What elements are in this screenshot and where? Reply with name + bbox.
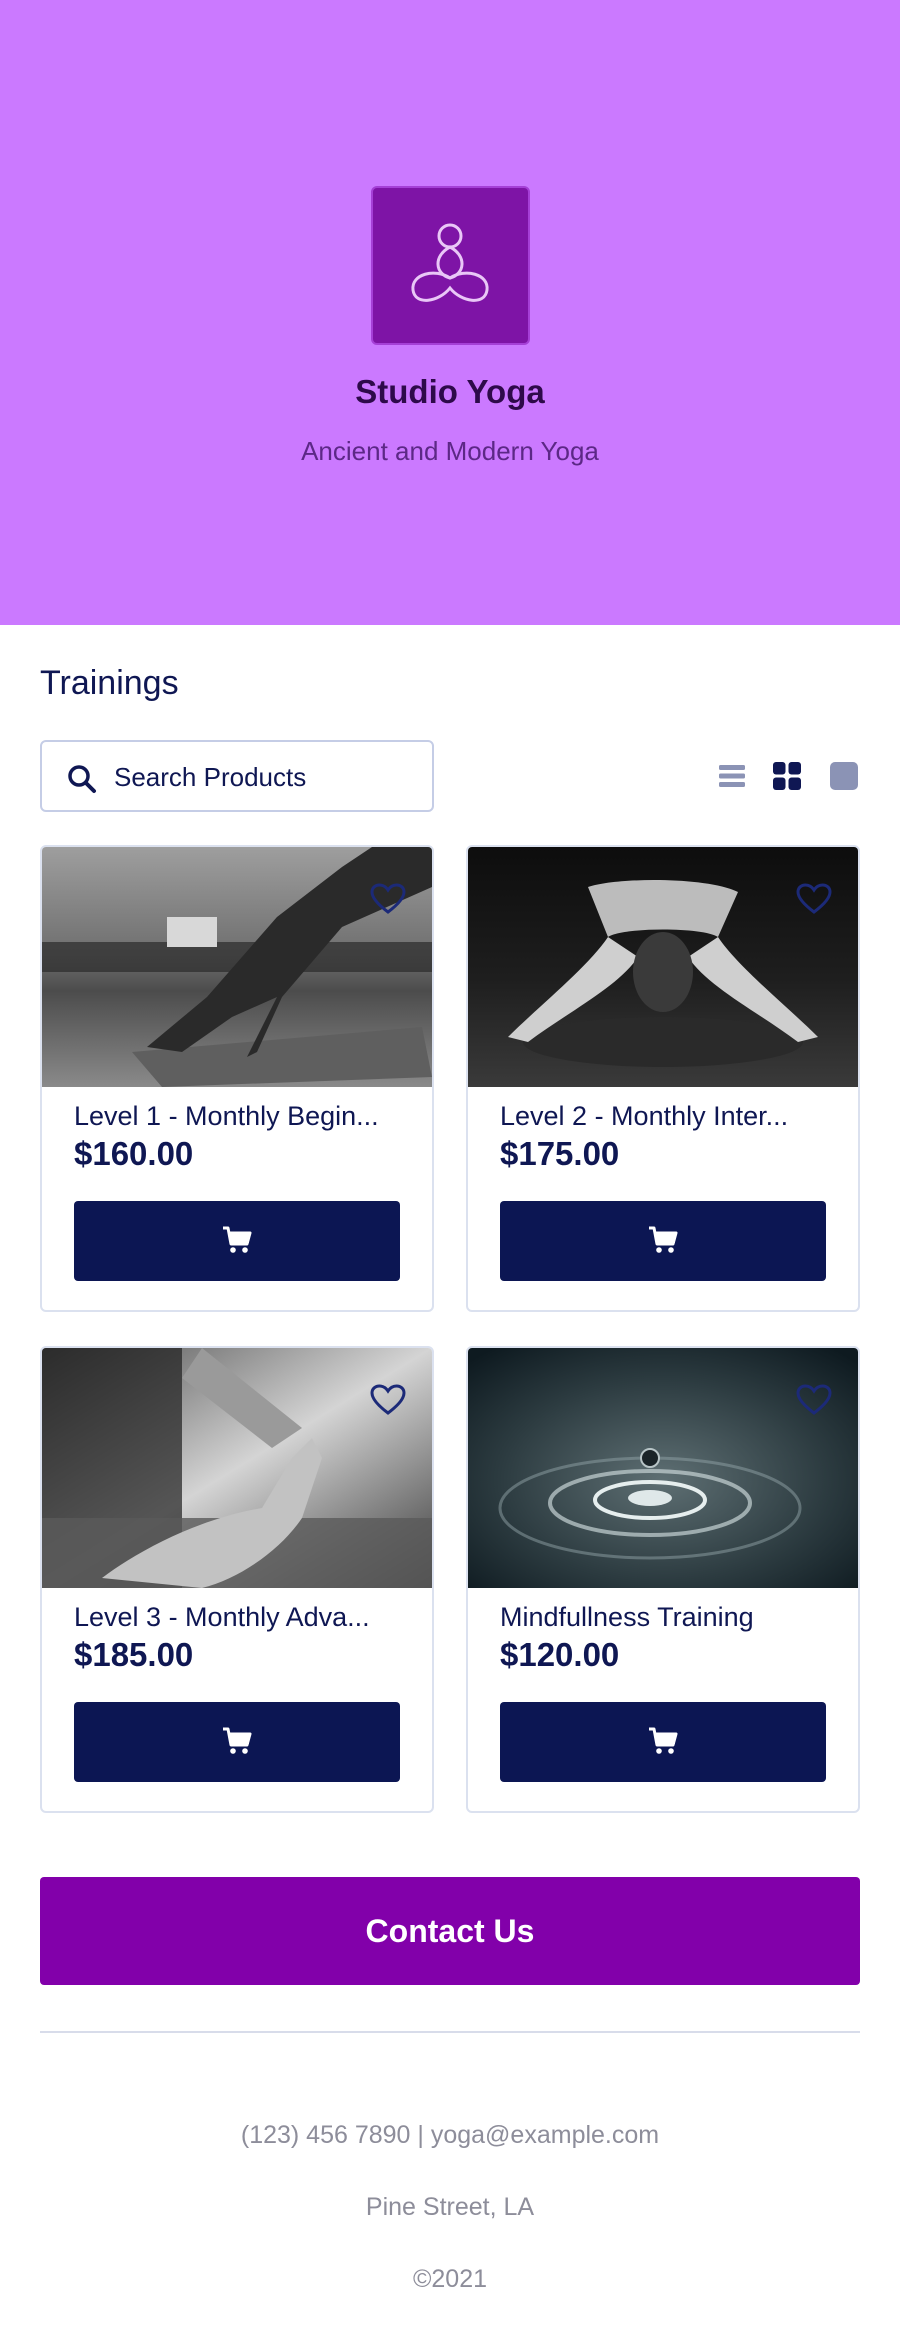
product-price: $160.00 [74, 1135, 194, 1172]
product-price: $175.00 [500, 1135, 620, 1172]
section-title: Trainings [40, 664, 179, 702]
product-card[interactable]: Level 2 - Monthly Inter... $175.00 [466, 845, 860, 1312]
heart-icon[interactable] [370, 883, 406, 915]
product-name[interactable]: Level 2 - Monthly Inter... [500, 1101, 830, 1132]
cart-icon [649, 1727, 678, 1754]
search-icon [68, 765, 96, 793]
single-view-icon[interactable] [830, 762, 858, 790]
product-price: $120.00 [500, 1636, 620, 1673]
cart-icon [223, 1226, 252, 1253]
divider [40, 2031, 860, 2033]
cart-icon [649, 1226, 678, 1253]
product-name[interactable]: Level 1 - Monthly Begin... [74, 1101, 404, 1132]
add-to-cart-button[interactable] [500, 1201, 826, 1281]
footer-contact: (123) 456 7890 | yoga@example.com [240, 2121, 660, 2149]
brand-name: Studio Yoga [355, 373, 545, 410]
heart-icon[interactable] [796, 883, 832, 915]
search-input[interactable] [114, 754, 414, 800]
brand-tagline: Ancient and Modern Yoga [301, 436, 599, 466]
add-to-cart-button[interactable] [500, 1702, 826, 1782]
footer-address: Pine Street, LA [365, 2193, 535, 2221]
studio-logo [371, 186, 530, 345]
list-view-icon[interactable] [718, 762, 746, 790]
product-name[interactable]: Level 3 - Monthly Adva... [74, 1602, 404, 1633]
heart-icon[interactable] [370, 1384, 406, 1416]
product-price: $185.00 [74, 1636, 194, 1673]
product-name[interactable]: Mindfullness Training [500, 1602, 830, 1633]
product-card[interactable]: Level 3 - Monthly Adva... $185.00 [40, 1346, 434, 1813]
product-card[interactable]: Level 1 - Monthly Begin... $160.00 [40, 845, 434, 1312]
contact-us-button[interactable]: Contact Us [40, 1877, 860, 1985]
heart-icon[interactable] [796, 1384, 832, 1416]
add-to-cart-button[interactable] [74, 1702, 400, 1782]
search-box[interactable] [40, 740, 434, 812]
product-card[interactable]: Mindfullness Training $120.00 [466, 1346, 860, 1813]
footer-copyright: ©2021 [412, 2265, 488, 2293]
add-to-cart-button[interactable] [74, 1201, 400, 1281]
yoga-meditation-icon [411, 223, 489, 302]
hero-header: Studio Yoga Ancient and Modern Yoga [0, 0, 900, 625]
cart-icon [223, 1727, 252, 1754]
grid-view-icon[interactable] [773, 762, 801, 790]
